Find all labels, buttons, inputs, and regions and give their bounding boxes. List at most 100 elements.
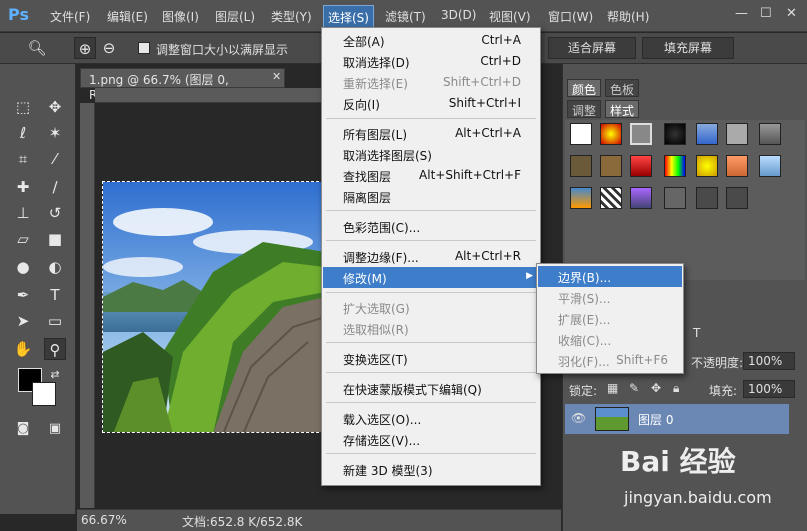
swap-colors-icon[interactable]: ⇄ [44,364,66,386]
style-swatch[interactable] [600,155,622,177]
restore-button[interactable]: ☐ [760,6,772,21]
opacity-field[interactable]: 100% [743,352,795,370]
hand-tool-icon[interactable]: ✋ [12,338,34,360]
healing-brush-icon[interactable]: ✚ [12,176,34,198]
status-bar: 66.67% 文档:652.8 K/652.8K [77,509,561,531]
menu-item-refine-edge[interactable]: 调整边缘(F)... Alt+Ctrl+R [323,246,539,267]
eyedropper-icon[interactable]: ⁄ [44,148,66,170]
marquee-tool-icon[interactable]: ⬚ [12,96,34,118]
tab-styles[interactable]: 样式 [605,100,640,118]
style-swatch[interactable] [570,155,592,177]
menu-item-load-selection[interactable]: 载入选区(O)... [323,408,539,429]
lock-all-icon[interactable]: 🔒︎ [673,381,679,396]
submenu-item-border[interactable]: 边界(B)... [538,266,682,287]
document-tab[interactable]: 1.png @ 66.7% (图层 0, RGB/8#) [80,68,285,102]
menu-image[interactable]: 图像(I) [162,8,199,25]
document-image[interactable] [102,181,324,433]
move-tool-icon[interactable]: ✥ [44,96,66,118]
style-swatch[interactable] [630,123,652,145]
menu-item-deselect[interactable]: 取消选择(D) Ctrl+D [323,51,539,72]
eraser-tool-icon[interactable]: ▱ [12,228,34,250]
pen-tool-icon[interactable]: ✒ [12,284,34,306]
menu-item-isolate-layers[interactable]: 隔离图层 [323,186,539,207]
style-swatch[interactable] [600,123,622,145]
menu-item-modify[interactable]: 修改(M) ▶ [323,267,539,288]
zoom-tool-icon[interactable]: 🔍︎ [26,37,48,59]
menu-filter[interactable]: 滤镜(T) [385,8,426,25]
magic-wand-icon[interactable]: ✶ [44,122,66,144]
style-swatch[interactable] [696,123,718,145]
opacity-label: 不透明度: [691,356,744,370]
zoom-out-icon[interactable]: ⊖ [98,37,120,59]
style-swatch[interactable] [630,187,652,209]
fill-field[interactable]: 100% [743,380,795,398]
menu-item-inverse[interactable]: 反向(I) Shift+Ctrl+I [323,93,539,114]
style-swatch[interactable] [759,155,781,177]
fit-screen-button[interactable]: 适合屏幕 [548,37,636,59]
style-swatch[interactable] [664,187,686,209]
tab-adjustments[interactable]: 调整 [567,100,602,118]
menu-3d[interactable]: 3D(D) [441,8,476,22]
menu-item-new-3d-model[interactable]: 新建 3D 模型(3) [323,459,539,480]
resize-window-checkbox[interactable] [138,42,150,54]
close-button[interactable]: ✕ [786,6,797,21]
style-swatch[interactable] [759,123,781,145]
style-swatch[interactable] [726,187,748,209]
lock-image-icon[interactable]: ✎ [629,381,639,395]
blur-tool-icon[interactable]: ● [12,256,34,278]
menu-item-color-range[interactable]: 色彩范围(C)... [323,216,539,237]
style-swatch[interactable] [600,187,622,209]
menu-type[interactable]: 类型(Y) [271,8,312,25]
close-document-icon[interactable]: ✕ [272,70,281,83]
watermark-url: jingyan.baidu.com [624,488,772,507]
lock-position-icon[interactable]: ✥ [651,381,661,395]
type-filter-icon[interactable]: T [693,326,700,340]
quick-mask-icon[interactable]: ◙ [12,418,34,440]
zoom-tool-active-icon[interactable]: ⚲ [44,338,66,360]
menu-select[interactable]: 选择(S) [323,5,374,28]
style-none-swatch[interactable] [570,123,592,145]
clone-stamp-icon[interactable]: ⊥ [12,202,34,224]
minimize-button[interactable]: — [735,6,748,21]
menu-item-transform-selection[interactable]: 变换选区(T) [323,348,539,369]
lasso-tool-icon[interactable]: ℓ [12,122,34,144]
menu-window[interactable]: 窗口(W) [548,8,593,25]
eye-visibility-icon[interactable]: 👁︎ [571,411,586,425]
history-brush-icon[interactable]: ↺ [44,202,66,224]
style-swatch[interactable] [726,123,748,145]
gradient-tool-icon[interactable]: ■ [44,228,66,250]
menu-help[interactable]: 帮助(H) [607,8,649,25]
screen-mode-icon[interactable]: ▣ [44,418,66,440]
dodge-tool-icon[interactable]: ◐ [44,256,66,278]
path-select-icon[interactable]: ➤ [12,310,34,332]
menu-edit[interactable]: 编辑(E) [107,8,148,25]
style-swatch[interactable] [696,187,718,209]
menu-file[interactable]: 文件(F) [50,8,90,25]
menu-item-quick-mask[interactable]: 在快速蒙版模式下编辑(Q) [323,378,539,399]
brush-tool-icon[interactable]: ∕ [44,176,66,198]
style-swatch[interactable] [570,187,592,209]
crop-tool-icon[interactable]: ⌗ [12,148,34,170]
layer-row[interactable]: 👁︎ 图层 0 [565,404,789,434]
style-swatch[interactable] [664,155,686,177]
menu-item-save-selection[interactable]: 存储选区(V)... [323,429,539,450]
menu-item-select-all[interactable]: 全部(A) Ctrl+A [323,30,539,51]
style-swatch[interactable] [630,155,652,177]
menu-item-find-layers[interactable]: 查找图层 Alt+Shift+Ctrl+F [323,165,539,186]
tab-swatches[interactable]: 色板 [605,79,640,97]
type-tool-icon[interactable]: T [44,284,66,306]
style-swatch[interactable] [696,155,718,177]
menu-view[interactable]: 视图(V) [489,8,531,25]
shape-tool-icon[interactable]: ▭ [44,310,66,332]
menu-layer[interactable]: 图层(L) [215,8,255,25]
menu-item-all-layers[interactable]: 所有图层(L) Alt+Ctrl+A [323,123,539,144]
zoom-in-icon[interactable]: ⊕ [74,37,96,59]
lock-transparent-icon[interactable]: ▦ [607,381,618,395]
fill-screen-button[interactable]: 填充屏幕 [642,37,734,59]
zoom-level[interactable]: 66.67% [81,513,127,527]
style-swatch[interactable] [726,155,748,177]
menu-item-deselect-layers[interactable]: 取消选择图层(S) [323,144,539,165]
style-swatch[interactable] [664,123,686,145]
submenu-item-contract: 收缩(C)... [558,334,612,348]
tab-color[interactable]: 颜色 [567,79,602,97]
